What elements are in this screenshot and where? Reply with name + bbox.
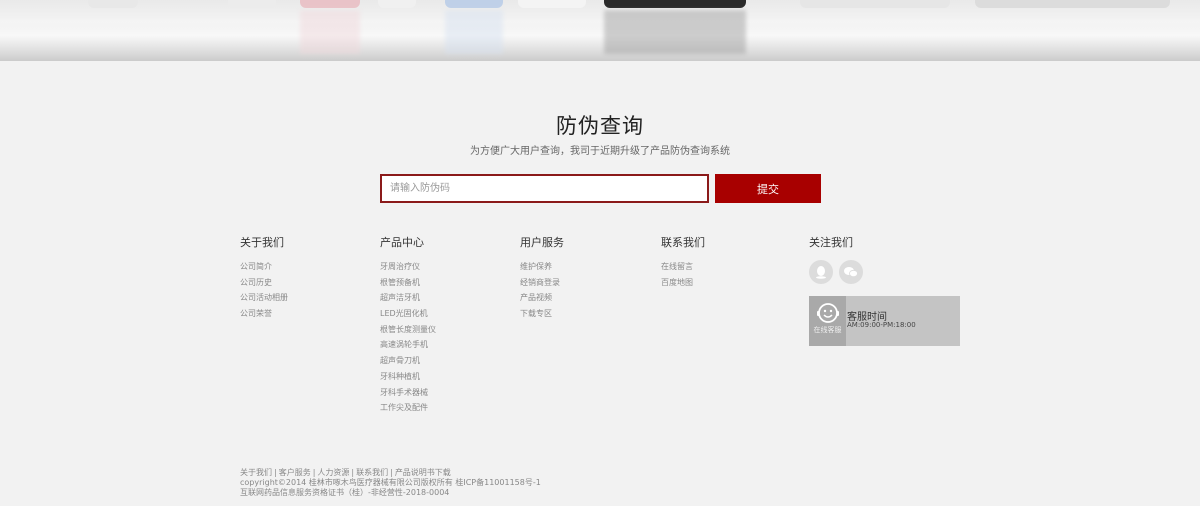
footer-link[interactable]: 百度地图 (661, 275, 705, 291)
separator: | (351, 468, 355, 477)
footer-column-contact: 联系我们 在线留言 百度地图 (661, 234, 705, 290)
footer-link[interactable]: 在线留言 (661, 259, 705, 275)
banner-device (445, 0, 503, 8)
service-hours: AM:09:00-PM:18:00 (847, 321, 916, 329)
footer-link[interactable]: 经销商登录 (520, 275, 564, 291)
footer-link[interactable]: 公司简介 (240, 259, 288, 275)
banner-device (518, 0, 586, 8)
column-title: 产品中心 (380, 236, 424, 249)
footer-link[interactable]: 工作尖及配件 (380, 400, 436, 416)
footer-column-follow: 关注我们 (809, 234, 853, 259)
bottom-link-hr[interactable]: 人力资源 (317, 468, 349, 477)
social-icons (809, 260, 863, 284)
separator: | (274, 468, 277, 477)
footer-link[interactable]: 牙科手术器械 (380, 385, 436, 401)
banner-floor-reflection (0, 18, 1200, 61)
banner-device (88, 0, 138, 8)
footer-link[interactable]: 根管预备机 (380, 275, 436, 291)
banner-reflection (300, 10, 360, 54)
footer-link[interactable]: 超声洁牙机 (380, 290, 436, 306)
footer-link[interactable]: 公司活动相册 (240, 290, 288, 306)
column-title: 联系我们 (661, 236, 705, 249)
separator: | (312, 468, 316, 477)
wechat-icon[interactable] (839, 260, 863, 284)
online-service-box[interactable]: 在线客服 客服时间 AM:09:00-PM:18:00 (809, 296, 960, 346)
column-title: 用户服务 (520, 236, 564, 249)
anti-counterfeit-code-input[interactable] (380, 174, 709, 203)
license-text: 互联网药品信息服务资格证书（桂）-非经营性-2018-0004 (240, 488, 450, 497)
footer-link[interactable]: 牙科种植机 (380, 369, 436, 385)
footer-column-about: 关于我们 公司简介 公司历史 公司活动相册 公司荣誉 (240, 234, 288, 322)
footer-link[interactable]: 根管长度测量仪 (380, 322, 436, 338)
footer-link[interactable]: 下载专区 (520, 306, 564, 322)
column-title: 关于我们 (240, 236, 284, 249)
footer-link[interactable]: 超声骨刀机 (380, 353, 436, 369)
service-avatar: 在线客服 (809, 296, 846, 346)
footer-link[interactable]: 产品视频 (520, 290, 564, 306)
service-avatar-label: 在线客服 (813, 326, 842, 334)
footer-column-user-service: 用户服务 维护保养 经销商登录 产品视频 下载专区 (520, 234, 564, 322)
banner-device (378, 0, 416, 8)
qq-icon[interactable] (809, 260, 833, 284)
bottom-link-customer-service[interactable]: 客户服务 (279, 468, 311, 477)
product-banner (0, 0, 1200, 61)
footer-link[interactable]: 高速涡轮手机 (380, 337, 436, 353)
bottom-link-about[interactable]: 关于我们 (240, 468, 272, 477)
column-title: 关注我们 (809, 236, 853, 249)
footer-link[interactable]: 公司历史 (240, 275, 288, 291)
banner-reflection (445, 10, 503, 54)
footer-link[interactable]: 牙周治疗仪 (380, 259, 436, 275)
footer-link[interactable]: LED光固化机 (380, 306, 436, 322)
banner-reflection (604, 10, 746, 54)
bottom-link-manual-download[interactable]: 产品说明书下载 (395, 468, 451, 477)
banner-device (300, 0, 360, 8)
footer-link[interactable]: 公司荣誉 (240, 306, 288, 322)
banner-device (228, 0, 276, 8)
smiley-icon (816, 303, 839, 323)
page-title: 防伪查询 (556, 114, 644, 138)
footer-link[interactable]: 维护保养 (520, 259, 564, 275)
banner-device (975, 0, 1170, 8)
banner-device (604, 0, 746, 8)
footer-column-products: 产品中心 牙周治疗仪 根管预备机 超声洁牙机 LED光固化机 根管长度测量仪 高… (380, 234, 436, 416)
bottom-link-contact[interactable]: 联系我们 (356, 468, 388, 477)
separator: | (390, 468, 393, 477)
banner-device (800, 0, 950, 8)
submit-button[interactable]: 提交 (715, 174, 821, 203)
page-subtitle: 为方便广大用户查询，我司于近期升级了产品防伪查询系统 (470, 146, 730, 157)
